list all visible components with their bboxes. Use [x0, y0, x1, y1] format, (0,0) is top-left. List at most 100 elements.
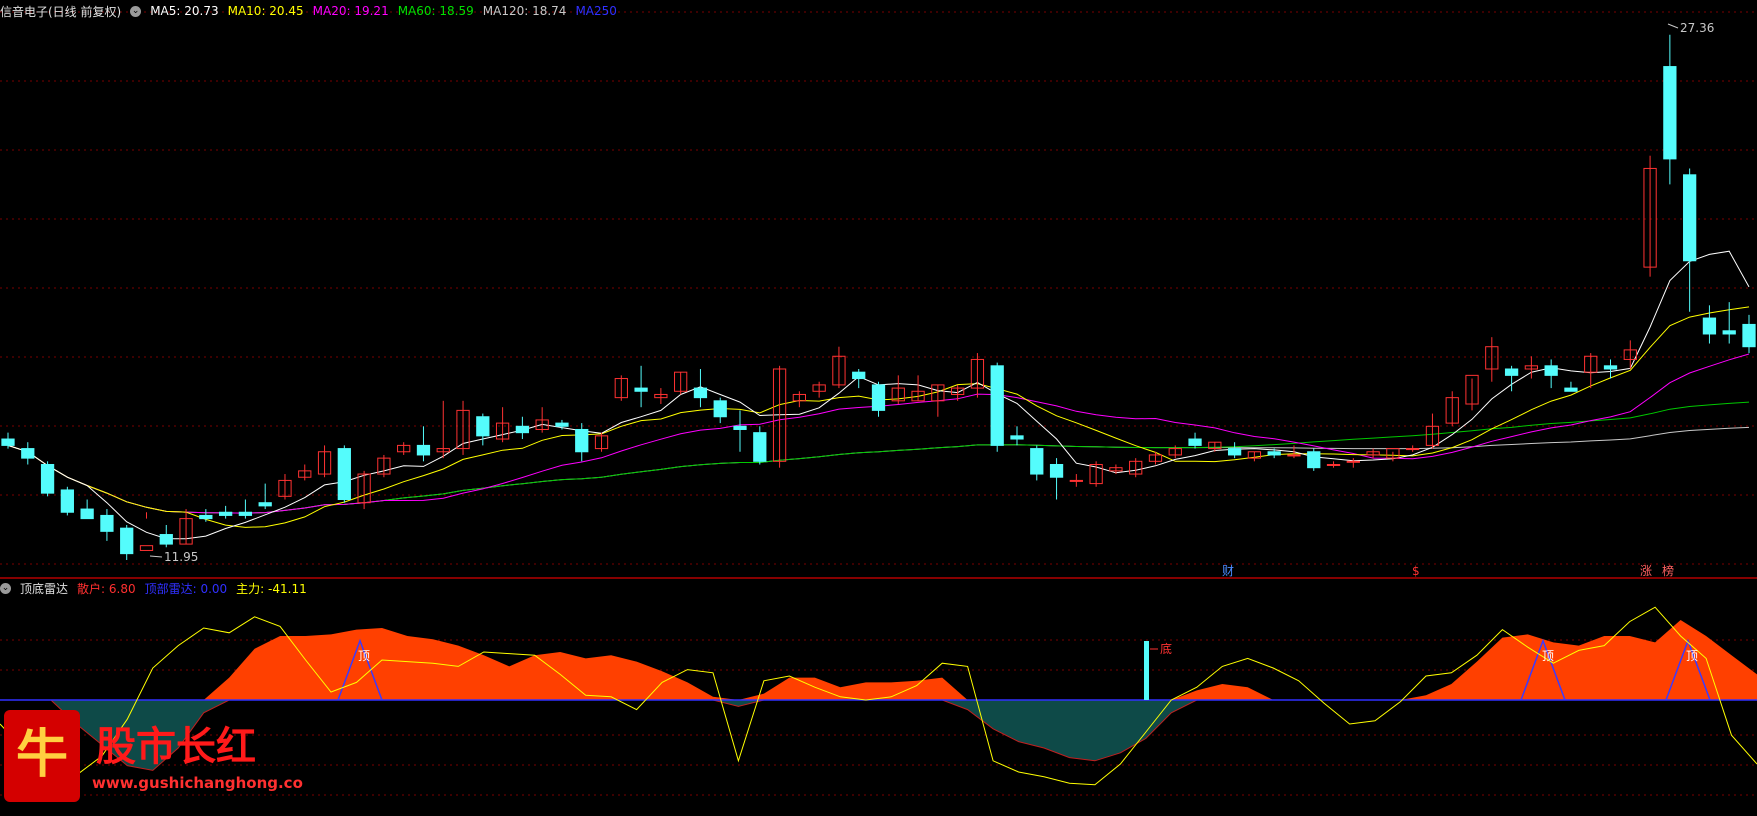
chevron-down-icon[interactable]: ⌄	[0, 582, 11, 594]
candle-body	[337, 448, 351, 501]
candle	[951, 384, 965, 401]
marker-zhang: 涨	[1640, 563, 1652, 578]
candle	[753, 426, 767, 465]
candle	[1584, 353, 1598, 389]
candle-body	[218, 511, 233, 516]
candle-body	[1227, 448, 1242, 456]
candle	[1643, 155, 1657, 277]
candle-body	[1406, 448, 1420, 451]
candle	[990, 362, 1004, 452]
candle	[1148, 451, 1163, 465]
main-gridlines	[0, 11, 1757, 565]
main-force-label: 主力: -41.11	[236, 581, 307, 596]
candle	[654, 388, 668, 405]
candle-body	[1702, 317, 1717, 335]
candle	[1465, 374, 1479, 411]
candle-body	[555, 422, 569, 427]
candle-body	[1722, 330, 1736, 335]
candle	[40, 461, 55, 497]
candle	[120, 524, 134, 560]
candle	[1564, 381, 1578, 392]
candle	[159, 524, 173, 548]
candle-body	[575, 428, 589, 453]
bottom-marker: 底	[1160, 641, 1172, 656]
candle	[772, 365, 787, 468]
annotations: 27.36 11.95 财 $ 涨 榜 顶 顶 顶 底	[149, 21, 1714, 663]
candle-body	[1049, 463, 1064, 478]
candle	[1722, 302, 1736, 344]
candle-body	[238, 511, 253, 516]
ma10-line	[7, 306, 1750, 528]
candle	[713, 397, 727, 424]
ma120-line	[7, 426, 1750, 514]
candle	[674, 371, 688, 395]
marker-dollar: $	[1412, 564, 1420, 578]
main-chart-header: 信音电子(日线 前复权) ⌄ MA5: 20.73 MA10: 20.45 MA…	[0, 2, 617, 20]
candle	[1544, 359, 1558, 389]
candle-body	[1742, 323, 1756, 348]
candle	[258, 483, 272, 510]
candle-body	[515, 425, 530, 434]
chart-canvas: 27.36 11.95 财 $ 涨 榜 顶 顶 顶 底	[0, 11, 1757, 796]
candle	[970, 353, 985, 398]
ma60-label: MA60: 18.59	[397, 4, 474, 18]
candle	[1010, 426, 1024, 446]
retail-area-positive	[0, 620, 1757, 700]
candle	[1683, 168, 1697, 312]
candle	[317, 445, 332, 478]
ma20-label: MA20: 19.21	[312, 4, 389, 18]
candle	[871, 381, 886, 417]
candle	[377, 454, 391, 478]
candle-body	[1267, 451, 1281, 456]
candle	[21, 442, 35, 465]
chevron-down-icon[interactable]: ⌄	[130, 5, 142, 17]
candle-body	[1544, 365, 1558, 376]
candle	[812, 381, 826, 398]
candle	[1603, 359, 1618, 379]
candle-body	[476, 416, 490, 437]
candle-body	[1188, 438, 1202, 446]
candle-body	[416, 444, 431, 456]
candle	[1, 432, 15, 449]
ma60-line	[7, 401, 1750, 514]
ma5-label: MA5: 20.73	[150, 4, 219, 18]
candle	[397, 442, 411, 455]
candle	[1089, 461, 1103, 487]
candle-body	[713, 400, 727, 418]
candle-body	[100, 514, 114, 532]
candle	[1663, 34, 1677, 185]
candle-body	[733, 425, 747, 430]
candle	[1425, 413, 1440, 449]
candle	[1227, 442, 1242, 459]
candle-body	[1287, 454, 1301, 457]
candle	[1702, 305, 1717, 344]
marker-bang: 榜	[1662, 563, 1674, 578]
indicator-header: ⌄ 顶底雷达 散户: 6.80 顶部雷达: 0.00 主力: -41.11	[0, 579, 307, 597]
candle	[792, 391, 806, 408]
candle-body	[990, 365, 1004, 446]
candle-body	[21, 448, 35, 459]
candle	[634, 365, 648, 408]
candle	[1485, 337, 1499, 382]
indicator-title: 顶底雷达	[20, 581, 69, 596]
candle	[337, 445, 351, 503]
candle	[1445, 391, 1459, 427]
candle	[1129, 458, 1143, 478]
high-price-label: 27.36	[1680, 21, 1714, 35]
candle	[515, 416, 530, 440]
candle	[278, 474, 292, 500]
candle	[1307, 448, 1321, 471]
candle-body	[199, 514, 213, 520]
logo-icon-char: 牛	[16, 724, 68, 785]
candlesticks	[1, 34, 1756, 560]
candle	[1030, 445, 1044, 481]
candle	[1742, 314, 1756, 354]
stock-title: 信音电子(日线 前复权)	[0, 4, 122, 19]
candle	[575, 423, 589, 462]
candle	[1406, 445, 1420, 452]
candle	[733, 410, 747, 452]
candle-body	[1010, 435, 1024, 440]
candle	[100, 509, 114, 541]
candle-body	[753, 432, 767, 462]
candle-body	[1346, 460, 1360, 463]
